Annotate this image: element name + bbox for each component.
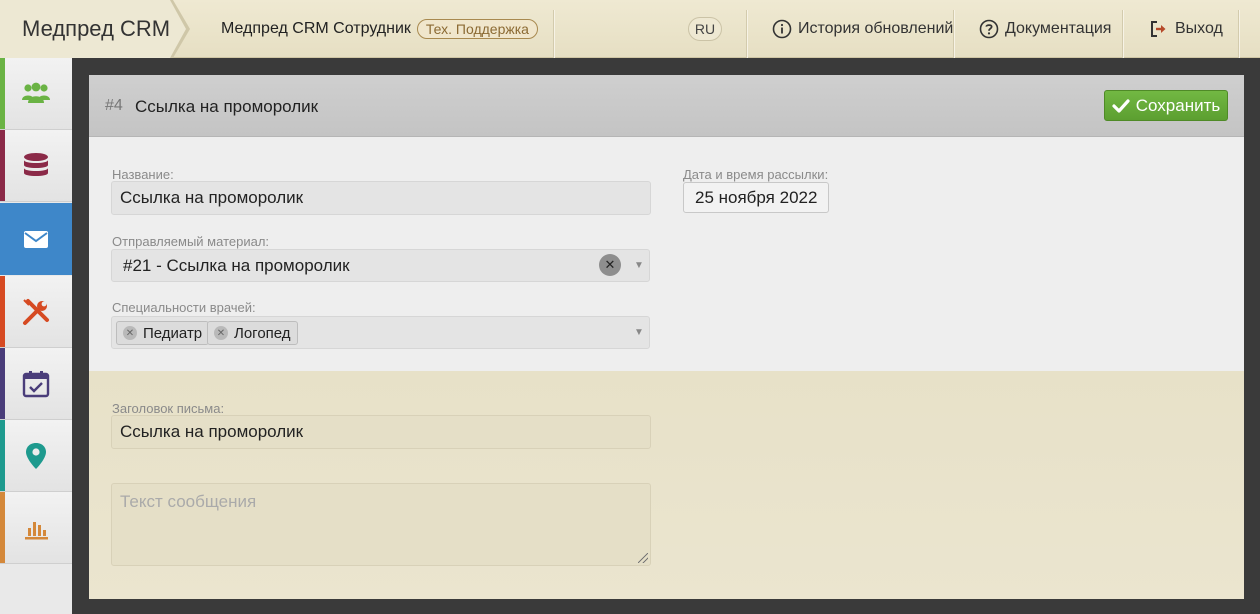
tools-icon <box>23 298 49 325</box>
role-badge: Тех. Поддержка <box>416 19 538 39</box>
nav-divider <box>746 10 747 58</box>
language-switch[interactable]: RU <box>688 17 722 41</box>
nav-divider <box>553 10 554 58</box>
sidebar-item-users[interactable] <box>0 58 72 130</box>
chevron-down-icon[interactable]: ▼ <box>634 260 644 271</box>
logout-link[interactable]: Выход <box>1149 17 1223 41</box>
sidebar-stripe <box>0 58 5 129</box>
specialties-label: Специальности врачей: <box>112 300 256 315</box>
nav-divider <box>953 10 954 58</box>
send-date-label: Дата и время рассылки: <box>683 167 829 182</box>
user-area: Медпред CRM Сотрудник Тех. Поддержка <box>221 17 538 41</box>
subject-field[interactable]: Ссылка на проморолик <box>111 415 651 449</box>
material-selected-value: #21 - Ссылка на проморолик <box>123 255 350 275</box>
documentation-label: Документация <box>1005 20 1112 37</box>
message-placeholder: Текст сообщения <box>120 492 257 511</box>
question-icon <box>979 19 999 39</box>
check-icon <box>1112 98 1130 113</box>
calendar-check-icon <box>22 370 50 397</box>
message-textarea[interactable]: Текст сообщения <box>111 483 651 566</box>
specialty-tag: ✕ Логопед <box>207 321 298 345</box>
sidebar-stripe <box>0 492 5 563</box>
sign-out-icon <box>1151 21 1166 37</box>
send-date-field[interactable]: 25 ноября 2022 <box>683 182 830 213</box>
specialty-tag: ✕ Педиатр <box>116 321 210 345</box>
sidebar-item-map[interactable] <box>0 420 72 492</box>
top-bar: Медпред CRM Медпред CRM Сотрудник Тех. П… <box>0 0 1260 58</box>
material-select[interactable]: #21 - Ссылка на проморолик ✕ ▼ <box>111 249 650 282</box>
record-number: #4 <box>105 97 123 114</box>
name-field[interactable]: Ссылка на проморолик <box>111 181 651 215</box>
logout-label: Выход <box>1175 20 1223 37</box>
nav-divider <box>1122 10 1123 58</box>
save-button-label: Сохранить <box>1135 95 1221 115</box>
map-marker-icon <box>26 442 46 469</box>
specialty-tag-label: Педиатр <box>143 324 203 342</box>
name-label: Название: <box>112 167 174 182</box>
sidebar-item-calendar[interactable] <box>0 348 72 420</box>
envelope-icon <box>24 230 48 248</box>
sidebar-stripe <box>0 276 5 347</box>
chevron-down-icon[interactable]: ▼ <box>634 327 644 338</box>
nav-divider <box>1238 10 1239 58</box>
bar-chart-icon <box>25 521 48 539</box>
sidebar-stripe <box>0 130 5 201</box>
message-section: Заголовок письма: Ссылка на проморолик Т… <box>89 371 1244 599</box>
info-icon <box>772 19 792 39</box>
sidebar <box>0 58 72 614</box>
remove-tag-icon[interactable]: ✕ <box>123 326 137 340</box>
material-clear-icon[interactable]: ✕ <box>599 254 621 276</box>
resize-handle-icon[interactable] <box>638 553 648 563</box>
sidebar-item-mailings[interactable] <box>0 203 72 275</box>
sidebar-item-tools[interactable] <box>0 276 72 348</box>
remove-tag-icon[interactable]: ✕ <box>214 326 228 340</box>
updates-history-label: История обновлений <box>798 20 954 37</box>
material-label: Отправляемый материал: <box>112 234 270 249</box>
save-button[interactable]: Сохранить <box>1104 90 1228 121</box>
sidebar-stripe <box>0 420 5 491</box>
record-title: Ссылка на проморолик <box>135 97 319 116</box>
main-settings-section: Название: Ссылка на проморолик Дата и вр… <box>89 137 1244 371</box>
card-header: #4 Ссылка на проморолик Сохранить <box>89 75 1244 137</box>
sidebar-item-database[interactable] <box>0 130 72 202</box>
mailing-card: #4 Ссылка на проморолик Сохранить Назван… <box>89 75 1244 599</box>
sidebar-item-reports[interactable] <box>0 492 72 564</box>
specialties-multiselect[interactable]: ✕ Педиатр ✕ Логопед ▼ <box>111 316 650 349</box>
brand-logo[interactable]: Медпред CRM <box>0 0 186 58</box>
documentation-link[interactable]: Документация <box>979 17 1111 41</box>
user-name: Медпред CRM Сотрудник <box>221 20 411 37</box>
subject-label: Заголовок письма: <box>112 401 225 416</box>
users-icon <box>22 82 50 103</box>
database-icon <box>24 152 48 176</box>
sidebar-stripe <box>0 348 5 419</box>
specialty-tag-label: Логопед <box>234 324 291 342</box>
updates-history-link[interactable]: История обновлений <box>772 17 953 41</box>
